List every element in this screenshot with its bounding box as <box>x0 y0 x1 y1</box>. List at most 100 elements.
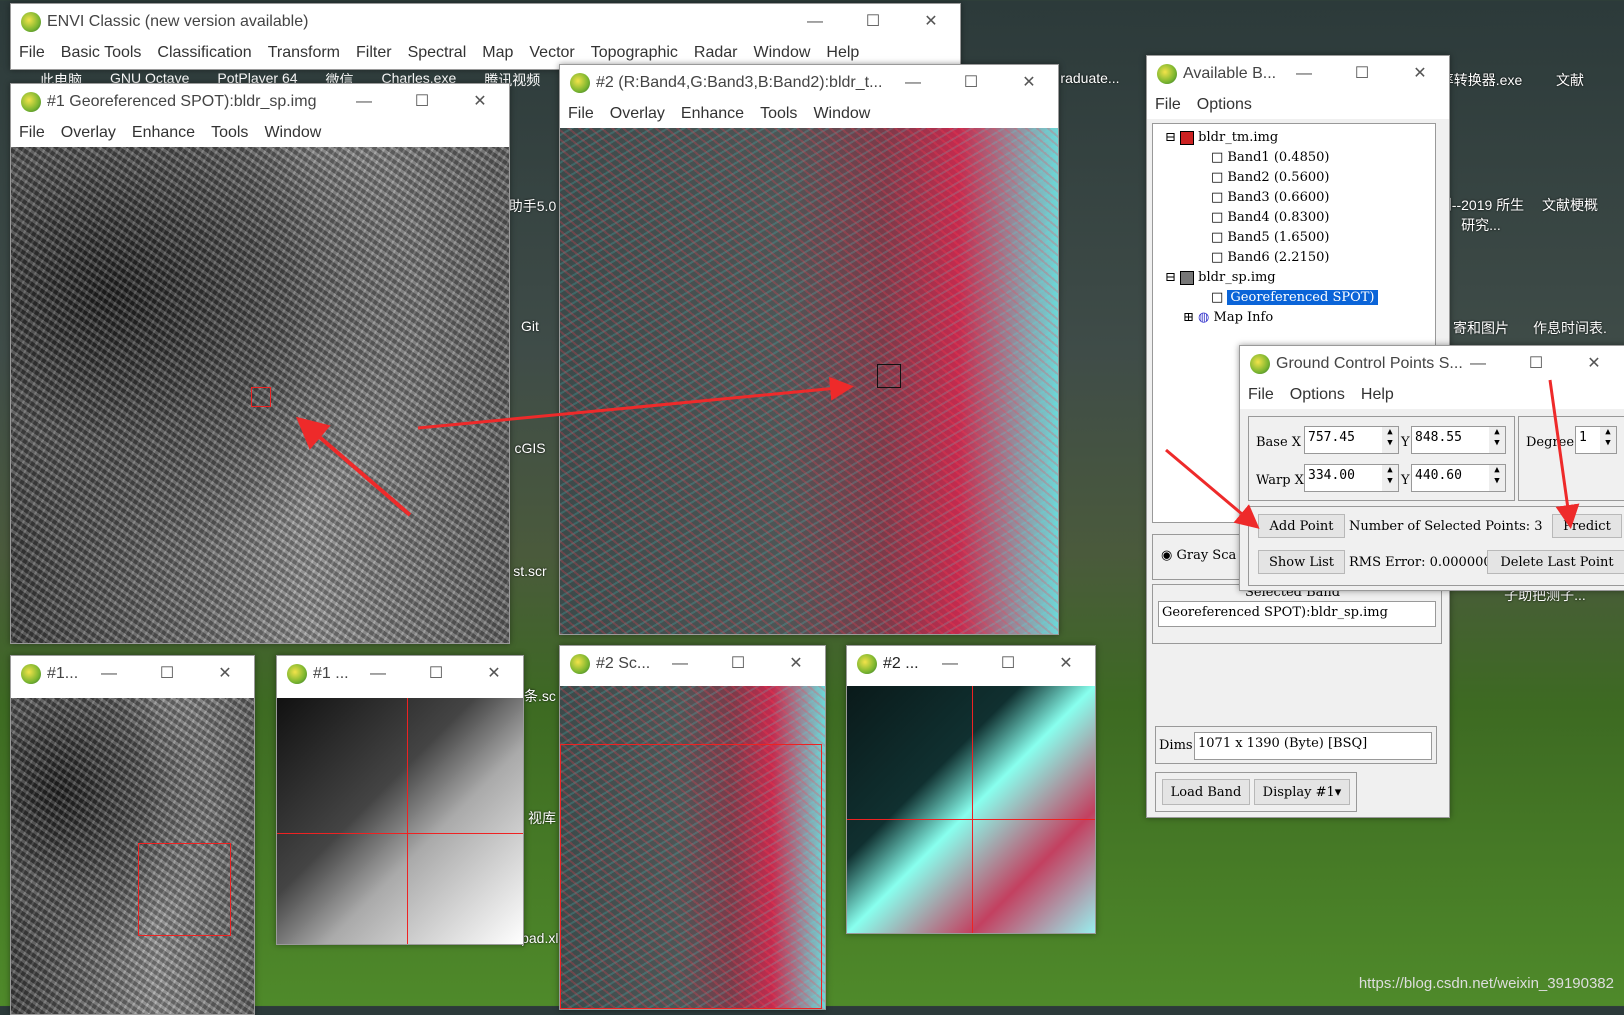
menu-file[interactable]: File <box>1155 96 1181 114</box>
delete-last-point-button[interactable]: Delete Last Point <box>1487 550 1624 574</box>
warp-x-input[interactable]: 334.00 ▲ ▼ <box>1304 464 1399 492</box>
title-bar[interactable]: #2 ... — ☐ ✕ <box>847 646 1095 681</box>
load-band-button[interactable]: Load Band <box>1162 779 1250 805</box>
spinner-icon[interactable]: ▲ ▼ <box>1600 427 1616 453</box>
base-y-input[interactable]: 848.55 ▲ ▼ <box>1411 426 1506 454</box>
spinner-icon[interactable]: ▲ ▼ <box>1382 427 1398 453</box>
menu-basic-tools[interactable]: Basic Tools <box>61 44 142 62</box>
desktop-icon[interactable]: 作息时间表. <box>1525 318 1615 338</box>
maximize-icon[interactable]: ☐ <box>138 656 196 691</box>
minimize-icon[interactable]: — <box>651 646 709 681</box>
tree-band[interactable]: □ Band3 (0.6600) <box>1211 190 1329 205</box>
gray-scale-radio[interactable]: ◉ Gray Sca <box>1161 548 1236 563</box>
title-bar[interactable]: #2 (R:Band4,G:Band3,B:Band2):bldr_t... —… <box>560 65 1058 100</box>
title-bar[interactable]: #1... — ☐ ✕ <box>11 656 254 691</box>
warp-y-input[interactable]: 440.60 ▲ ▼ <box>1411 464 1506 492</box>
menu-spectral[interactable]: Spectral <box>408 44 467 62</box>
menu-enhance[interactable]: Enhance <box>681 105 744 123</box>
menu-file[interactable]: File <box>19 124 45 142</box>
image-canvas[interactable] <box>560 128 1058 634</box>
desktop-icon[interactable]: 助手5.0 <box>505 196 560 216</box>
tree-band-selected[interactable]: □ Georeferenced SPOT) <box>1211 290 1378 305</box>
image-canvas[interactable] <box>11 147 509 643</box>
spinner-icon[interactable]: ▲ ▼ <box>1489 427 1505 453</box>
base-x-input[interactable]: 757.45 ▲ ▼ <box>1304 426 1399 454</box>
display-select[interactable]: Display #1 ▾ <box>1254 779 1350 805</box>
minimize-icon[interactable]: — <box>349 656 407 691</box>
minimize-icon[interactable]: — <box>786 4 844 39</box>
tree-map-info[interactable]: ⊞ ◍ Map Info <box>1183 310 1273 325</box>
menu-topographic[interactable]: Topographic <box>591 44 678 62</box>
title-bar[interactable]: #1 Georeferenced SPOT):bldr_sp.img — ☐ ✕ <box>11 84 509 119</box>
minimize-icon[interactable]: — <box>921 646 979 681</box>
menu-file[interactable]: File <box>568 105 594 123</box>
spinner-icon[interactable]: ▲ ▼ <box>1489 465 1505 491</box>
menu-vector[interactable]: Vector <box>529 44 574 62</box>
menu-help[interactable]: Help <box>826 44 859 62</box>
menu-classification[interactable]: Classification <box>157 44 251 62</box>
tree-band[interactable]: □ Band6 (2.2150) <box>1211 250 1329 265</box>
tree-band[interactable]: □ Band2 (0.5600) <box>1211 170 1329 185</box>
title-bar[interactable]: #1 ... — ☐ ✕ <box>277 656 523 691</box>
menu-enhance[interactable]: Enhance <box>132 124 195 142</box>
show-list-button[interactable]: Show List <box>1258 550 1345 574</box>
minimize-icon[interactable]: — <box>335 84 393 119</box>
close-icon[interactable]: ✕ <box>1391 56 1449 91</box>
maximize-icon[interactable]: ☐ <box>979 646 1037 681</box>
menu-options[interactable]: Options <box>1290 386 1345 404</box>
menu-window[interactable]: Window <box>264 124 321 142</box>
desktop-icon[interactable]: 条.sc <box>520 686 560 706</box>
image-canvas[interactable] <box>847 686 1095 933</box>
minimize-icon[interactable]: — <box>1449 346 1507 381</box>
minimize-icon[interactable]: — <box>884 65 942 100</box>
tree-file-tm[interactable]: ⊟ bldr_tm.img <box>1165 130 1278 145</box>
title-bar[interactable]: #2 Sc... — ☐ ✕ <box>560 646 825 681</box>
image-canvas[interactable] <box>560 686 825 1009</box>
spinner-icon[interactable]: ▲ ▼ <box>1382 465 1398 491</box>
menu-help[interactable]: Help <box>1361 386 1394 404</box>
minimize-icon[interactable]: — <box>1275 56 1333 91</box>
image-canvas[interactable] <box>277 698 523 944</box>
close-icon[interactable]: ✕ <box>1037 646 1095 681</box>
desktop-icon[interactable]: 视库 <box>524 808 560 828</box>
minimize-icon[interactable]: — <box>80 656 138 691</box>
menu-window[interactable]: Window <box>813 105 870 123</box>
close-icon[interactable]: ✕ <box>196 656 254 691</box>
maximize-icon[interactable]: ☐ <box>1333 56 1391 91</box>
maximize-icon[interactable]: ☐ <box>407 656 465 691</box>
menu-window[interactable]: Window <box>754 44 811 62</box>
maximize-icon[interactable]: ☐ <box>942 65 1000 100</box>
predict-button[interactable]: Predict <box>1552 514 1622 538</box>
maximize-icon[interactable]: ☐ <box>393 84 451 119</box>
close-icon[interactable]: ✕ <box>1565 346 1623 381</box>
close-icon[interactable]: ✕ <box>465 656 523 691</box>
menu-tools[interactable]: Tools <box>760 105 797 123</box>
menu-map[interactable]: Map <box>482 44 513 62</box>
maximize-icon[interactable]: ☐ <box>844 4 902 39</box>
menu-filter[interactable]: Filter <box>356 44 392 62</box>
close-icon[interactable]: ✕ <box>902 4 960 39</box>
close-icon[interactable]: ✕ <box>1000 65 1058 100</box>
image-canvas[interactable] <box>11 698 254 1014</box>
title-bar[interactable]: Ground Control Points S... — ☐ ✕ <box>1240 346 1624 381</box>
menu-file[interactable]: File <box>1248 386 1274 404</box>
tree-band[interactable]: □ Band1 (0.4850) <box>1211 150 1329 165</box>
menu-file[interactable]: File <box>19 44 45 62</box>
tree-band[interactable]: □ Band5 (1.6500) <box>1211 230 1329 245</box>
degree-input[interactable]: 1 ▲ ▼ <box>1575 426 1617 454</box>
close-icon[interactable]: ✕ <box>767 646 825 681</box>
menu-transform[interactable]: Transform <box>268 44 340 62</box>
add-point-button[interactable]: Add Point <box>1258 514 1345 538</box>
close-icon[interactable]: ✕ <box>451 84 509 119</box>
maximize-icon[interactable]: ☐ <box>1507 346 1565 381</box>
desktop-icon[interactable]: ipad.xlsx <box>518 930 572 946</box>
desktop-icon[interactable]: 文献 <box>1525 70 1615 90</box>
menu-options[interactable]: Options <box>1197 96 1252 114</box>
tree-file-sp[interactable]: ⊟ bldr_sp.img <box>1165 270 1276 285</box>
menu-tools[interactable]: Tools <box>211 124 248 142</box>
menu-radar[interactable]: Radar <box>694 44 738 62</box>
maximize-icon[interactable]: ☐ <box>709 646 767 681</box>
title-bar[interactable]: ENVI Classic (new version available) — ☐ ✕ <box>11 4 960 39</box>
desktop-icon[interactable]: 文献梗概 <box>1525 195 1615 215</box>
tree-band[interactable]: □ Band4 (0.8300) <box>1211 210 1329 225</box>
